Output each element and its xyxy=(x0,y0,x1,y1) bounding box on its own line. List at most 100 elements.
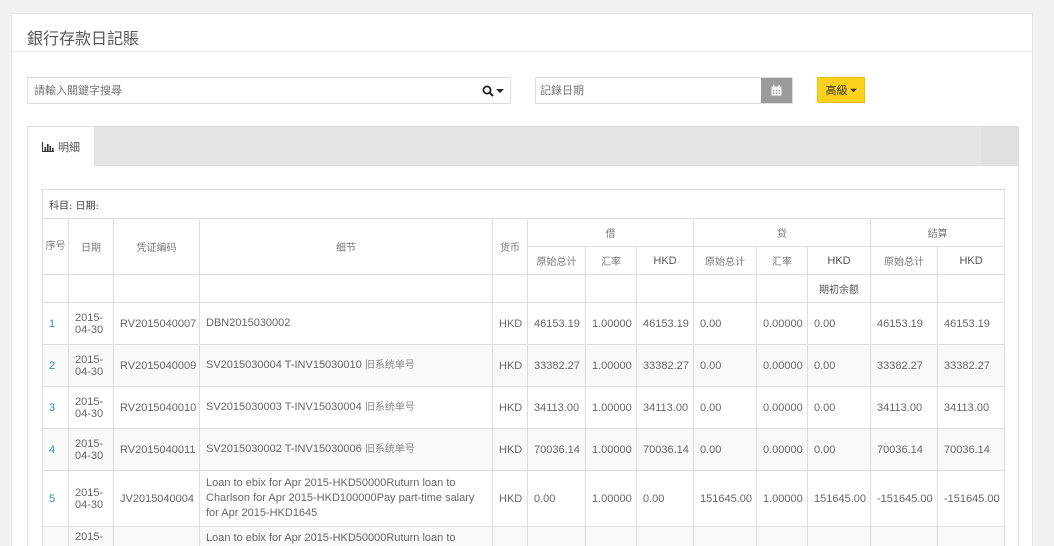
row-debit-hkd xyxy=(636,526,694,546)
row-date: 2015-04-30 xyxy=(68,428,114,471)
row-settle-orig: 70036.14 xyxy=(870,428,938,471)
row-debit-hkd: 46153.19 xyxy=(636,302,694,345)
row-voucher: RV2015040010 xyxy=(113,386,200,429)
row-detail: SV2015030002 T-INV15030006 旧系统单号 xyxy=(199,428,493,471)
row-settle-orig: -151645.00 xyxy=(870,470,938,527)
search-box xyxy=(27,77,511,104)
table-row: 2 2015-04-30 RV2015040009 SV2015030004 T-IN… xyxy=(42,344,1006,387)
row-detail: SV2015030004 T-INV15030010 旧系统单号 xyxy=(199,344,493,387)
row-credit-orig: 0.00 xyxy=(693,302,757,345)
col-detail: 细节 xyxy=(199,218,493,275)
date-box xyxy=(535,77,793,104)
col-credit: 贷 xyxy=(693,218,871,247)
row-debit-hkd: 70036.14 xyxy=(636,428,694,471)
row-seq-link[interactable]: 4 xyxy=(49,444,55,456)
row-credit-orig xyxy=(693,526,757,546)
row-settle-orig: 33382.27 xyxy=(870,344,938,387)
row-voucher: RV2015040011 xyxy=(113,428,200,471)
tab-detail[interactable]: 明細 xyxy=(28,127,95,166)
search-input[interactable] xyxy=(28,78,476,103)
caret-down-icon xyxy=(849,88,857,92)
row-seq[interactable]: 5 xyxy=(42,470,69,527)
row-credit-orig: 0.00 xyxy=(693,344,757,387)
row-seq[interactable]: 2 xyxy=(42,344,69,387)
row-seq[interactable]: 3 xyxy=(42,386,69,429)
row-credit-rate: 0.00000 xyxy=(756,344,808,387)
row-voucher: RV2015040007 xyxy=(113,302,200,345)
tab-bar-end xyxy=(980,127,1018,166)
row-voucher: RV2015040009 xyxy=(113,344,200,387)
search-dropdown-button[interactable] xyxy=(476,78,510,103)
calendar-icon xyxy=(771,85,782,96)
row-debit-orig: 34113.00 xyxy=(527,386,586,429)
table-row: 2015- Loan to ebix for Apr 2015-HKD50000R… xyxy=(42,526,1006,546)
row-detail: SV2015030003 T-INV15030004 旧系统单号 xyxy=(199,386,493,429)
row-credit-rate: 1.00000 xyxy=(756,470,808,527)
opening-balance-label: 期初余额 xyxy=(807,274,871,303)
col-seq: 序号 xyxy=(42,218,69,275)
col-currency: 货币 xyxy=(492,218,528,275)
col-settle: 结算 xyxy=(869,218,1006,247)
row-settle-orig: 34113.00 xyxy=(870,386,938,429)
row-credit-orig: 0.00 xyxy=(693,386,757,429)
row-credit-hkd: 0.00 xyxy=(807,386,871,429)
caret-down-icon xyxy=(496,88,504,93)
date-input[interactable] xyxy=(536,78,761,103)
col-debit-rate: 汇率 xyxy=(585,246,637,275)
col-debit-hkd: HKD xyxy=(636,246,694,275)
table-row: 1 2015-04-30 RV2015040007 DBN2015030002 HKD 4… xyxy=(42,302,1006,345)
table-row: 4 2015-04-30 RV2015040011 SV2015030002 T-IN… xyxy=(42,428,1006,471)
row-seq-link[interactable]: 2 xyxy=(49,360,55,372)
row-settle-hkd: 34113.00 xyxy=(936,386,1006,429)
row-debit-orig: 0.00 xyxy=(527,470,586,527)
row-seq[interactable]: 4 xyxy=(42,428,69,471)
page-title: 銀行存款日記賬 xyxy=(12,14,1032,52)
row-seq-link[interactable]: 3 xyxy=(49,402,55,414)
journal-table: 科目: 日期: 序号 日期 凭证编码 细节 货币 借 贷 结算 原始总计 汇率 … xyxy=(41,189,1006,546)
row-seq-link[interactable]: 1 xyxy=(49,318,55,330)
row-voucher: JV2015040004 xyxy=(113,470,200,527)
row-debit-hkd: 34113.00 xyxy=(636,386,694,429)
row-credit-rate: 0.00000 xyxy=(756,386,808,429)
row-currency: HKD xyxy=(492,470,528,527)
account-info: 科目: 日期: xyxy=(41,189,1006,219)
row-seq[interactable]: 1 xyxy=(42,302,69,345)
row-credit-hkd: 0.00 xyxy=(807,344,871,387)
advanced-label: 高級 xyxy=(825,84,848,97)
row-credit-rate: 0.00000 xyxy=(756,302,808,345)
calendar-button[interactable] xyxy=(761,78,792,103)
row-debit-hkd: 33382.27 xyxy=(636,344,694,387)
search-icon xyxy=(482,85,494,97)
row-currency xyxy=(492,526,528,546)
row-settle-hkd: 70036.14 xyxy=(936,428,1006,471)
row-date: 2015-04-30 xyxy=(68,302,114,345)
row-voucher xyxy=(113,526,200,546)
col-credit-rate: 汇率 xyxy=(756,246,808,275)
row-currency: HKD xyxy=(492,302,528,345)
row-credit-rate: 0.00000 xyxy=(756,428,808,471)
tab-container: 明細 科目: 日期: 序号 日期 凭证编码 细节 货币 借 贷 结算 原始总计 … xyxy=(27,126,1019,546)
row-debit-orig xyxy=(527,526,586,546)
row-settle-orig xyxy=(870,526,938,546)
advanced-button[interactable]: 高級 xyxy=(817,77,865,103)
tab-label: 明細 xyxy=(58,140,80,154)
header-row-1: 序号 日期 凭证编码 细节 货币 借 贷 结算 xyxy=(42,218,1006,275)
col-credit-orig: 原始总计 xyxy=(693,246,757,275)
tab-bar: 明細 xyxy=(28,127,1018,166)
row-debit-rate: 1.00000 xyxy=(585,302,637,345)
row-seq[interactable] xyxy=(42,526,69,546)
detail-text: Loan to ebix for Apr 2015-HKD50000Ruturn… xyxy=(206,532,456,544)
row-currency: HKD xyxy=(492,344,528,387)
row-settle-hkd xyxy=(936,526,1006,546)
col-voucher: 凭证编码 xyxy=(113,218,200,275)
row-detail: Loan to ebix for Apr 2015-HKD50000Ruturn… xyxy=(199,526,493,546)
col-settle-hkd: HKD xyxy=(936,246,1006,275)
detail-text: DBN2015030002 xyxy=(206,317,291,329)
row-detail: Loan to ebix for Apr 2015-HKD50000Ruturn… xyxy=(199,470,493,527)
row-credit-orig: 151645.00 xyxy=(693,470,757,527)
detail-text: Loan to ebix for Apr 2015-HKD50000Ruturn… xyxy=(206,477,475,519)
info-row: 科目: 日期: xyxy=(41,189,1006,219)
row-credit-hkd: 0.00 xyxy=(807,428,871,471)
row-seq-link[interactable]: 5 xyxy=(49,493,55,505)
detail-text: SV2015030003 T-INV15030004 xyxy=(206,401,362,413)
